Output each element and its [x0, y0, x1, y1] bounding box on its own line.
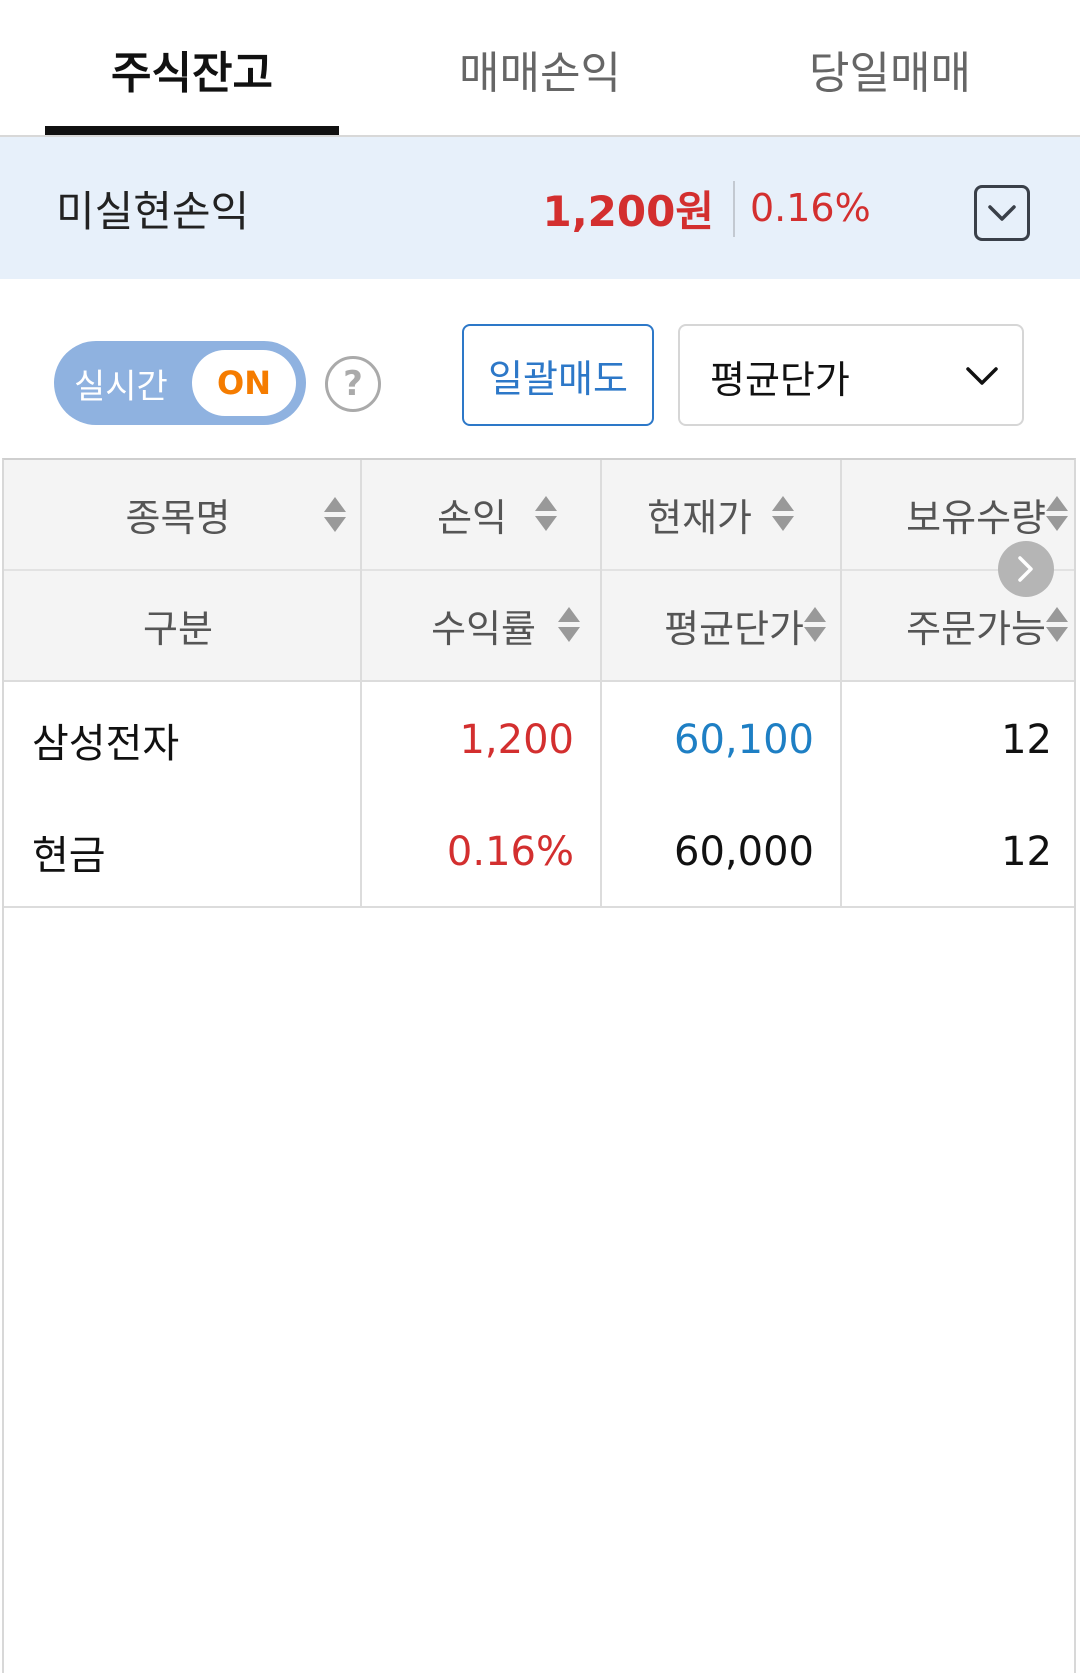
tab-stock-balance[interactable]: 주식잔고	[45, 0, 339, 137]
scroll-right-button[interactable]	[998, 541, 1054, 597]
chevron-down-icon	[988, 205, 1016, 221]
chevron-right-icon	[1018, 556, 1033, 582]
category-value: 현금	[32, 833, 106, 879]
sort-icon[interactable]	[772, 494, 794, 534]
active-tab-indicator	[45, 126, 339, 135]
bulk-sell-button[interactable]: 일괄매도	[462, 324, 654, 426]
avg-price-value: 60,000	[674, 829, 814, 875]
tab-trade-profit[interactable]: 매매손익	[390, 0, 690, 137]
table-header: 종목명 손익 현재가 보유수량 구분 수익률 평균단가 주문가능	[4, 460, 1074, 682]
col-header-current-price[interactable]: 현재가	[594, 460, 794, 568]
row-divider	[4, 906, 1074, 908]
orderable-qty-value: 12	[1001, 829, 1052, 875]
realtime-toggle[interactable]: 실시간 ON	[54, 341, 306, 425]
summary-label: 미실현손익	[56, 186, 250, 236]
help-icon[interactable]: ?	[325, 356, 381, 412]
col-header-profit-rate[interactable]: 수익률	[352, 571, 580, 679]
sort-icon[interactable]	[558, 605, 580, 645]
col-header-name[interactable]: 종목명	[4, 460, 352, 568]
unrealized-pl-summary: 미실현손익 1,200원 0.16%	[0, 137, 1080, 279]
sort-select[interactable]: 평균단가	[678, 324, 1024, 426]
col-header-profit[interactable]: 손익	[352, 460, 557, 568]
summary-rate: 0.16%	[750, 186, 871, 230]
realtime-state: ON	[192, 350, 296, 416]
chevron-down-icon	[966, 367, 998, 385]
tab-today-trade[interactable]: 당일매매	[740, 0, 1040, 137]
expand-summary-button[interactable]	[974, 185, 1030, 241]
realtime-label: 실시간	[74, 366, 168, 407]
holding-qty-value: 12	[1001, 717, 1052, 763]
summary-amount: 1,200원	[542, 186, 715, 236]
summary-divider	[733, 181, 735, 237]
profit-value: 1,200	[459, 717, 574, 763]
sort-icon[interactable]	[804, 605, 826, 645]
col-header-category: 구분	[143, 606, 213, 651]
sort-select-value: 평균단가	[710, 357, 850, 402]
profit-rate-value: 0.16%	[446, 829, 574, 875]
sort-icon[interactable]	[1046, 605, 1068, 645]
holdings-table: 종목명 손익 현재가 보유수량 구분 수익률 평균단가 주문가능 삼성전자 1,…	[2, 458, 1076, 1673]
col-header-avg-price[interactable]: 평균단가	[594, 571, 826, 679]
sort-icon[interactable]	[324, 495, 346, 535]
stock-name[interactable]: 삼성전자	[32, 684, 352, 796]
tab-bar: 주식잔고 매매손익 당일매매	[0, 0, 1080, 137]
current-price-value: 60,100	[674, 717, 814, 763]
sort-icon[interactable]	[1046, 494, 1068, 534]
sort-icon[interactable]	[535, 494, 557, 534]
